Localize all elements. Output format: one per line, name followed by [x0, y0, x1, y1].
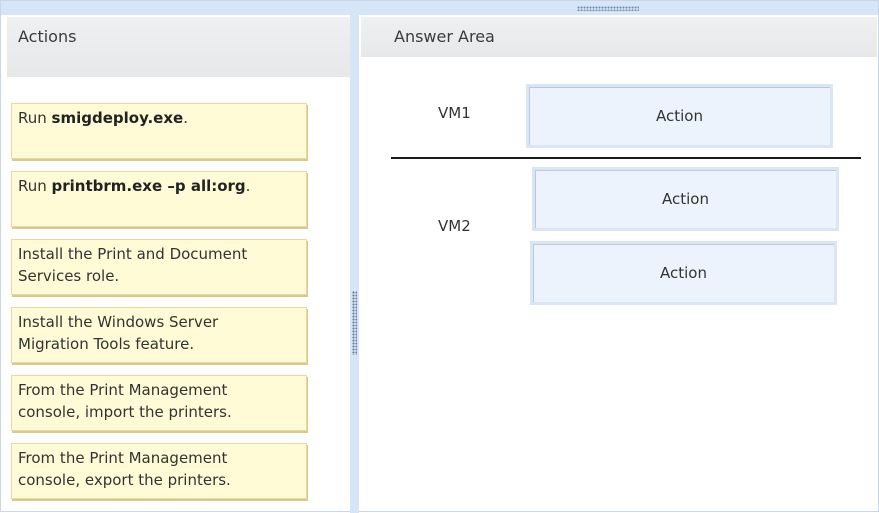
action-item-line: Migration Tools feature.: [18, 335, 195, 353]
action-item-line: From the Print Management: [18, 449, 228, 467]
action-item-line: Install the Print and Document: [18, 245, 248, 263]
vm2-action-slot-2[interactable]: Action: [530, 241, 837, 305]
action-item-export-printers[interactable]: From the Print Management console, expor…: [11, 443, 307, 499]
answer-area-title: Answer Area: [394, 27, 495, 46]
action-item-line: console, export the printers.: [18, 471, 231, 489]
divider-grip-handle[interactable]: [352, 291, 357, 355]
drag-drop-question-frame: Actions Answer Area Run smigdeploy.exe. …: [0, 0, 879, 513]
action-item-install-print-role[interactable]: Install the Print and Document Services …: [11, 239, 307, 295]
vm1-label: VM1: [438, 104, 471, 122]
vm-separator: [391, 157, 861, 159]
action-item-install-migration-tools[interactable]: Install the Windows Server Migration Too…: [11, 307, 307, 363]
vm2-action-slot-1[interactable]: Action: [532, 167, 839, 231]
action-item-line: Install the Windows Server: [18, 313, 219, 331]
action-item-run-smigdeploy[interactable]: Run smigdeploy.exe.: [11, 103, 307, 159]
answer-area-header: Answer Area: [361, 17, 877, 57]
action-item-command: smigdeploy.exe: [51, 109, 184, 127]
actions-panel-title: Actions: [18, 27, 77, 46]
action-item-line: console, import the printers.: [18, 403, 232, 421]
actions-panel-header: Actions: [7, 17, 350, 77]
action-item-command: printbrm.exe –p all:org: [51, 177, 246, 195]
action-item-suffix: .: [183, 109, 188, 127]
panel-divider[interactable]: [350, 15, 359, 513]
action-item-run-printbrm[interactable]: Run printbrm.exe –p all:org.: [11, 171, 307, 227]
top-resize-bar[interactable]: [1, 1, 878, 15]
vm1-action-slot[interactable]: Action: [526, 84, 833, 148]
vm2-label: VM2: [438, 217, 471, 235]
top-grip-handle[interactable]: [577, 6, 639, 11]
action-item-suffix: .: [245, 177, 251, 195]
action-item-import-printers[interactable]: From the Print Management console, impor…: [11, 375, 307, 431]
action-item-line: Services role.: [18, 267, 120, 285]
action-item-prefix: Run: [18, 177, 52, 195]
action-item-line: From the Print Management: [18, 381, 228, 399]
action-item-prefix: Run: [18, 109, 52, 127]
